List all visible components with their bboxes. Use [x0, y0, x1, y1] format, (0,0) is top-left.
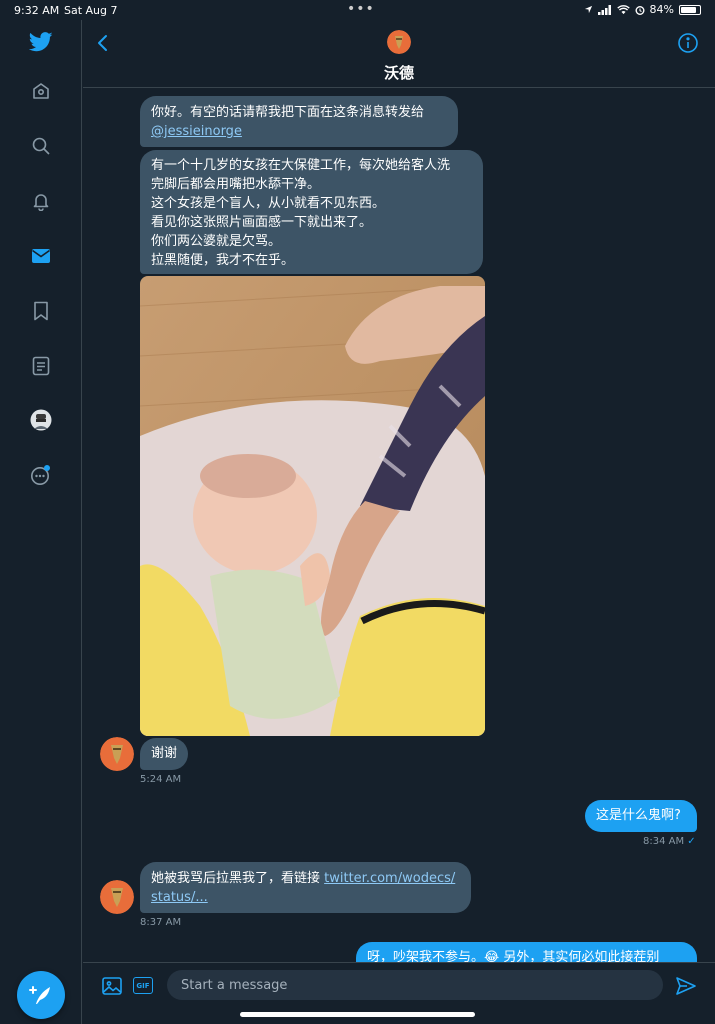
- battery-fill: [681, 6, 696, 13]
- message-line: 完脚后都会用嘴把水舔干净。: [151, 177, 321, 192]
- mention-link[interactable]: @jessieinorge: [151, 124, 242, 139]
- message-line: 拉黑随便，我才不在乎。: [151, 253, 295, 268]
- message-timestamp: 8:34 AM ✓: [643, 836, 696, 847]
- image-icon[interactable]: [101, 975, 123, 997]
- message-text: 她被我骂后拉黑我了，看链接: [151, 871, 325, 886]
- messages-icon[interactable]: [26, 241, 56, 271]
- message-text: 这是什么鬼啊?: [596, 808, 681, 823]
- home-icon[interactable]: [26, 76, 56, 106]
- message-bubble[interactable]: 谢谢: [140, 738, 188, 770]
- more-icon[interactable]: [26, 460, 56, 490]
- message-time: 8:34 AM: [643, 836, 685, 847]
- conversation[interactable]: 你好。有空的话请帮我把下面在这条消息转发给 @jessieinorge 有一个十…: [83, 88, 715, 962]
- message-bubble[interactable]: 呀，吵架我不参与。😂 另外，其实何必如此接茬别: [356, 942, 697, 962]
- message-timestamp: 8:37 AM: [140, 917, 182, 928]
- sender-avatar[interactable]: [100, 737, 134, 771]
- message-bubble[interactable]: 这是什么鬼啊?: [585, 800, 697, 832]
- message-line: 有一个十几岁的女孩在大保健工作，每次她给客人洗: [151, 158, 451, 173]
- lists-icon[interactable]: [26, 351, 56, 381]
- status-date: Sat Aug 7: [64, 4, 118, 17]
- tweet-link-continued[interactable]: status/...: [151, 890, 208, 905]
- compose-tweet-button[interactable]: [17, 971, 65, 1019]
- contact-name[interactable]: 沃德: [83, 62, 715, 83]
- signal-icon: [597, 4, 611, 15]
- multitasking-dots[interactable]: •••: [347, 1, 375, 17]
- compose-tweet-icon: [29, 986, 50, 1004]
- wifi-icon: [616, 4, 630, 14]
- send-icon[interactable]: [675, 975, 697, 997]
- message-line: 你们两公婆就是欠骂。: [151, 234, 282, 249]
- tweet-link[interactable]: twitter.com/wodecs/: [324, 871, 455, 886]
- sidebar: [0, 20, 82, 1024]
- message-bubble[interactable]: 她被我骂后拉黑我了，看链接 twitter.com/wodecs/ status…: [140, 862, 471, 913]
- chevron-left-icon[interactable]: [93, 32, 115, 54]
- message-input[interactable]: [167, 970, 663, 1000]
- read-receipt-icon: ✓: [687, 836, 696, 847]
- gif-button[interactable]: GIF: [133, 977, 153, 994]
- profile-avatar[interactable]: [26, 405, 56, 435]
- alarm-icon: [635, 5, 645, 15]
- sender-avatar[interactable]: [100, 880, 134, 914]
- status-bar: 9:32 AM Sat Aug 7 ••• 84%: [0, 0, 715, 20]
- battery-icon: [679, 4, 701, 15]
- message-line: 这个女孩是个盲人，从小就看不见东西。: [151, 196, 386, 211]
- status-indicators: 84%: [584, 3, 701, 16]
- twitter-logo-icon[interactable]: [26, 27, 56, 57]
- message-timestamp: 5:24 AM: [140, 774, 182, 785]
- home-indicator[interactable]: [240, 1012, 475, 1017]
- message-line: 看见你这张照片画面感一下就出来了。: [151, 215, 373, 230]
- message-text: 谢谢: [151, 746, 178, 761]
- contact-avatar[interactable]: [387, 30, 411, 54]
- search-icon[interactable]: [26, 131, 56, 161]
- message-text: 你好。有空的话请帮我把下面在这条消息转发给: [151, 105, 425, 120]
- message-photo[interactable]: [140, 276, 485, 736]
- status-time: 9:32 AM: [14, 4, 60, 17]
- message-text: 呀，吵架我不参与。😂 另外，其实何必如此接茬别: [367, 950, 660, 962]
- info-icon[interactable]: [677, 32, 699, 54]
- message-bubble[interactable]: 你好。有空的话请帮我把下面在这条消息转发给 @jessieinorge: [140, 96, 458, 147]
- location-icon: [584, 5, 592, 14]
- message-bubble[interactable]: 有一个十几岁的女孩在大保健工作，每次她给客人洗 完脚后都会用嘴把水舔干净。 这个…: [140, 150, 483, 274]
- conversation-header: 沃德: [83, 20, 715, 88]
- notifications-icon[interactable]: [26, 186, 56, 216]
- battery-percent: 84%: [649, 3, 674, 16]
- bookmark-icon[interactable]: [26, 296, 56, 326]
